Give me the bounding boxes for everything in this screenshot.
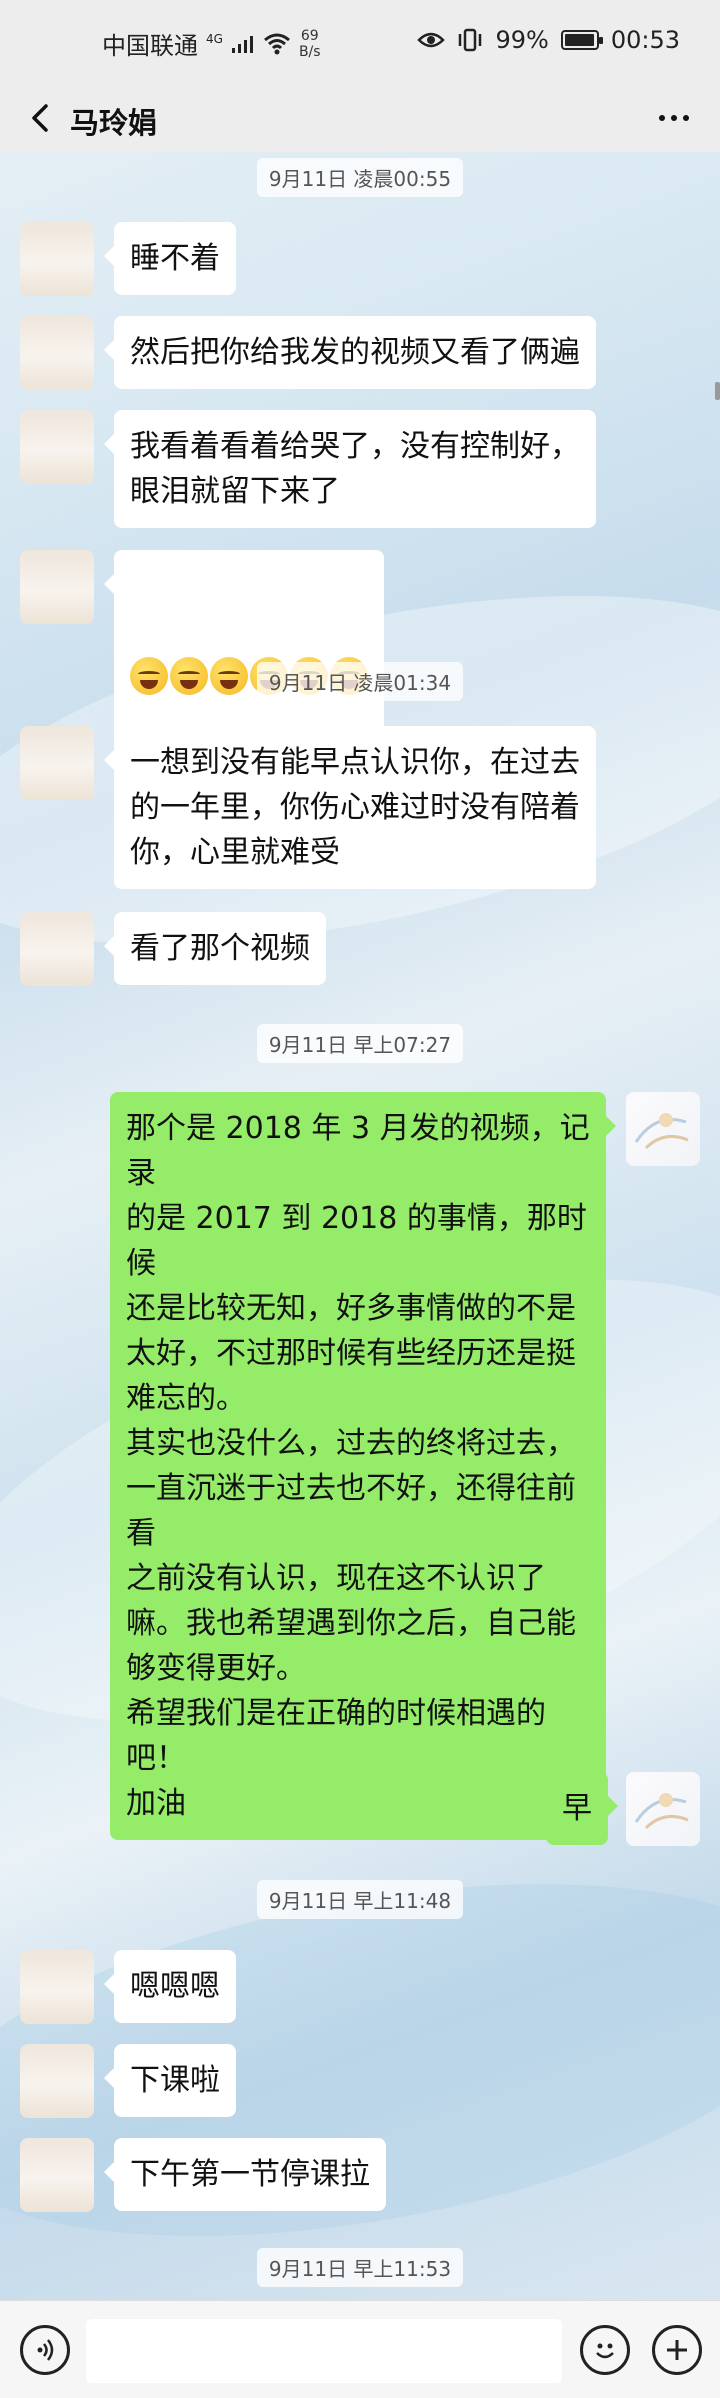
chat-title: 马玲娟 <box>70 106 158 140</box>
plus-icon <box>667 2340 687 2360</box>
speed-value: 69 <box>300 27 319 44</box>
more-icon <box>659 115 665 121</box>
message-input[interactable] <box>86 2319 562 2383</box>
signal-icon <box>231 35 253 53</box>
carrier-label: 中国联通 <box>102 32 198 60</box>
contact-avatar[interactable] <box>20 726 94 800</box>
avatar-illustration <box>634 1793 689 1830</box>
avatar-illustration <box>634 1113 689 1150</box>
contact-avatar[interactable] <box>20 2138 94 2212</box>
emoji-button[interactable] <box>580 2325 630 2375</box>
my-avatar[interactable] <box>626 1772 700 1846</box>
message-bubble[interactable]: 一想到没有能早点认识你，在过去 的一年里，你伤心难过时没有陪着 你，心里就难受 <box>104 726 596 889</box>
emoji-icon <box>596 2343 614 2359</box>
more-button[interactable] <box>646 94 702 142</box>
battery-icon <box>560 30 603 50</box>
timestamp: 9月11日 凌晨00:55 <box>0 158 720 197</box>
more-functions-button[interactable] <box>652 2325 702 2375</box>
contact-avatar[interactable] <box>20 222 94 296</box>
message-bubble[interactable]: 那个是 2018 年 3 月发的视频，记录 的是 2017 到 2018 的事情… <box>110 1092 616 1840</box>
message-bubble[interactable]: 然后把你给我发的视频又看了俩遍 <box>104 316 596 389</box>
input-bar <box>0 2300 720 2398</box>
message-bubble[interactable]: 看了那个视频 <box>104 912 326 985</box>
message-bubble[interactable]: 早 <box>546 1772 618 1845</box>
message-bubble[interactable]: 下课啦 <box>104 2044 236 2117</box>
eye-icon <box>417 32 446 48</box>
message-bubble[interactable]: 下午第一节停课拉 <box>104 2138 386 2211</box>
contact-avatar[interactable] <box>20 1950 94 2024</box>
network-speed: 69 B/s <box>299 28 321 60</box>
message-bubble[interactable]: 嗯嗯嗯 <box>104 1950 236 2023</box>
scrollbar[interactable] <box>715 382 720 400</box>
contact-avatar[interactable] <box>20 550 94 624</box>
clock: 00:53 <box>610 26 680 54</box>
voice-button[interactable] <box>20 2325 70 2375</box>
speed-unit: B/s <box>298 43 321 60</box>
contact-avatar[interactable] <box>20 316 94 390</box>
contact-avatar[interactable] <box>20 2044 94 2118</box>
my-avatar[interactable] <box>626 1092 700 1166</box>
timestamp: 9月11日 凌晨01:34 <box>0 662 720 701</box>
chat-header: 马玲娟 <box>0 84 720 152</box>
network-label: 4G <box>206 31 223 46</box>
battery-percent: 99% <box>495 26 549 54</box>
message-bubble[interactable]: 我看着看着给哭了，没有控制好， 眼泪就留下来了 <box>104 410 596 528</box>
timestamp: 9月11日 早上07:27 <box>0 1024 720 1063</box>
contact-avatar[interactable] <box>20 410 94 484</box>
vibrate-icon <box>459 28 482 52</box>
timestamp: 9月11日 早上11:48 <box>0 1880 720 1919</box>
wifi-icon <box>263 33 290 54</box>
message-bubble[interactable] <box>104 550 384 754</box>
status-bar: 中国联通 4G 69 B/s 99% 00:53 <box>0 0 720 84</box>
message-bubble[interactable]: 睡不着 <box>104 222 236 295</box>
contact-avatar[interactable] <box>20 912 94 986</box>
back-icon <box>32 104 48 132</box>
back-button[interactable] <box>16 94 64 142</box>
voice-icon <box>37 2339 54 2361</box>
timestamp: 9月11日 早上11:53 <box>0 2248 720 2287</box>
